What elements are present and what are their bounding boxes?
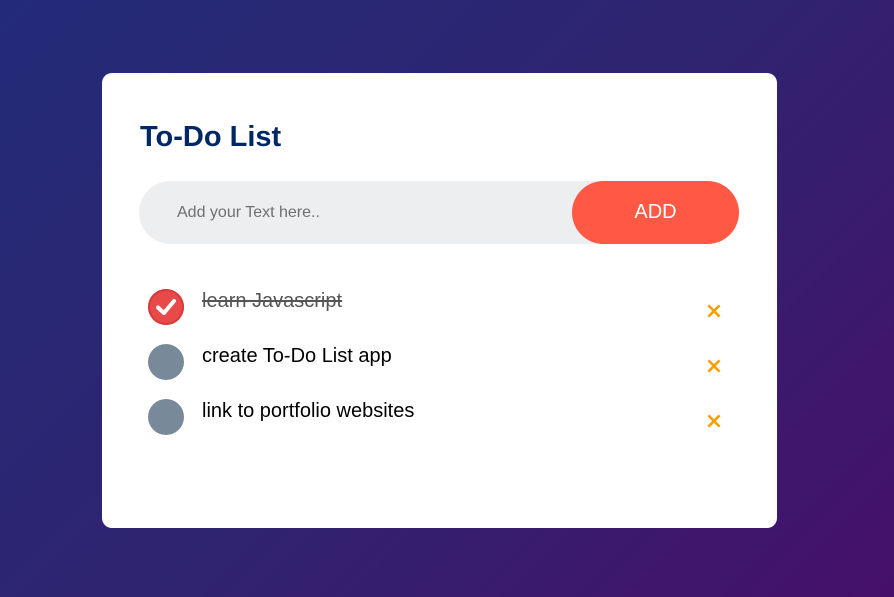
close-icon[interactable]: × <box>704 356 724 378</box>
task-list: learn Javascript × create To-Do List app… <box>148 284 728 449</box>
close-icon[interactable]: × <box>704 301 724 323</box>
checkmark-icon[interactable] <box>148 289 184 325</box>
task-item[interactable]: link to portfolio websites × <box>148 394 728 449</box>
input-row: ADD <box>139 181 739 244</box>
unchecked-circle-icon[interactable] <box>148 399 184 435</box>
close-icon[interactable]: × <box>704 411 724 433</box>
task-item[interactable]: create To-Do List app × <box>148 339 728 394</box>
unchecked-circle-icon[interactable] <box>148 344 184 380</box>
task-input[interactable] <box>139 181 569 244</box>
task-item[interactable]: learn Javascript × <box>148 284 728 339</box>
task-text: link to portfolio websites <box>202 400 415 422</box>
page-title: To-Do List <box>140 121 282 153</box>
add-button[interactable]: ADD <box>572 181 739 244</box>
task-text: create To-Do List app <box>202 345 392 367</box>
task-text: learn Javascript <box>202 290 343 312</box>
todo-card: To-Do List ADD learn Javascript × create… <box>102 73 777 528</box>
